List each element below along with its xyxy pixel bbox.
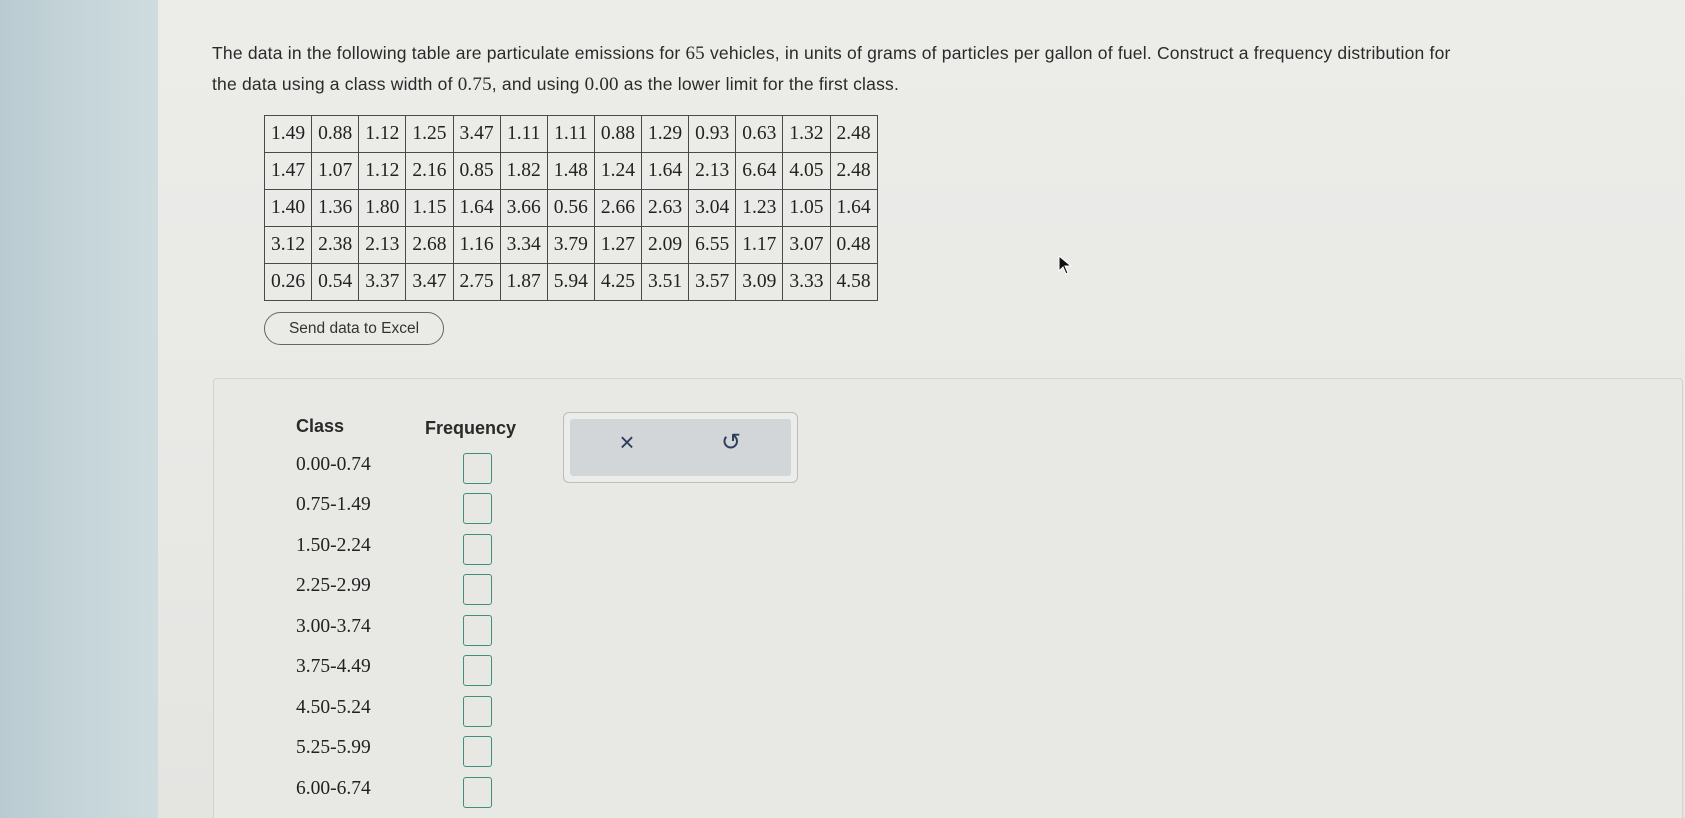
data-table-cell: 2.38 [311, 226, 360, 264]
data-table-cell: 2.09 [640, 226, 690, 264]
data-table-cell: 3.47 [405, 263, 454, 301]
data-table-cell: 1.25 [405, 115, 454, 153]
class-label: 2.25-2.99 [296, 575, 371, 596]
frequency-input[interactable] [463, 696, 492, 727]
data-table-cell: 4.58 [829, 263, 878, 301]
data-table-cell: 3.51 [640, 263, 690, 301]
data-table-cell: 0.54 [311, 263, 360, 301]
data-table-cell: 1.24 [593, 152, 643, 190]
data-table-cell: 2.16 [405, 152, 454, 190]
class-label: 4.50-5.24 [296, 697, 371, 718]
data-table-cell: 0.26 [263, 263, 313, 301]
data-table-cell: 1.40 [263, 189, 313, 227]
data-table-cell: 2.68 [405, 226, 454, 264]
answer-tools-panel: × ↺ [563, 412, 798, 483]
class-label: 6.00-6.74 [296, 778, 371, 799]
data-table-cell: 2.63 [640, 189, 690, 227]
data-table-cell: 1.48 [546, 152, 595, 190]
send-data-to-excel-button[interactable]: Send data to Excel [264, 312, 444, 345]
data-table-cell: 1.64 [640, 152, 690, 190]
data-table-cell: 1.15 [405, 189, 454, 227]
data-table-cell: 2.75 [452, 263, 501, 301]
data-table-cell: 6.55 [688, 226, 737, 264]
data-table-cell: 2.48 [829, 115, 878, 153]
data-table-cell: 1.82 [499, 152, 548, 190]
data-table-cell: 3.47 [452, 115, 501, 153]
data-table-row: 1.49 0.88 1.12 1.25 3.47 1.11 1.11 0.88 1.29 0.93… [263, 115, 878, 153]
data-table-cell: 2.66 [593, 189, 643, 227]
data-table-cell: 1.07 [311, 152, 360, 190]
data-table-cell: 0.93 [688, 115, 737, 153]
close-icon[interactable]: × [612, 427, 642, 457]
frequency-input[interactable] [463, 777, 492, 808]
data-table-cell: 1.11 [546, 115, 595, 153]
data-table-cell: 3.33 [782, 263, 831, 301]
data-table-cell: 1.12 [358, 152, 407, 190]
data-table-cell: 1.36 [311, 189, 360, 227]
data-table-cell: 1.47 [263, 152, 313, 190]
class-label: 3.75-4.49 [296, 656, 371, 677]
data-table-cell: 3.34 [499, 226, 548, 264]
undo-icon[interactable]: ↺ [716, 427, 746, 457]
mouse-cursor-icon [1058, 255, 1073, 275]
data-table-cell: 3.57 [688, 263, 737, 301]
class-label: 0.75-1.49 [296, 494, 371, 515]
data-table-cell: 0.88 [311, 115, 360, 153]
data-table-cell: 3.37 [358, 263, 407, 301]
frequency-input[interactable] [463, 534, 492, 565]
data-table-cell: 0.63 [735, 115, 784, 153]
data-table-cell: 2.13 [358, 226, 407, 264]
frequency-column-header: Frequency [425, 418, 517, 438]
data-table-cell: 1.64 [452, 189, 501, 227]
data-table-cell: 0.48 [829, 226, 878, 264]
data-table-cell: 1.17 [735, 226, 784, 264]
data-table-cell: 1.64 [829, 189, 878, 227]
data-table-cell: 1.32 [782, 115, 831, 153]
data-table-row: 3.12 2.38 2.13 2.68 1.16 3.34 3.79 1.27 2.09 6.55… [263, 226, 878, 264]
data-table-cell: 1.27 [593, 226, 643, 264]
data-table-row: 1.47 1.07 1.12 2.16 0.85 1.82 1.48 1.24 1.64 2.13… [263, 152, 878, 190]
data-table-cell: 6.64 [735, 152, 784, 190]
data-table-cell: 1.87 [499, 263, 548, 301]
frequency-input[interactable] [463, 615, 492, 646]
data-table-cell: 4.05 [782, 152, 831, 190]
frequency-input[interactable] [463, 574, 492, 605]
data-table-cell: 1.05 [782, 189, 831, 227]
data-table-cell: 3.79 [546, 226, 595, 264]
class-label: 1.50-2.24 [296, 535, 371, 556]
data-table-cell: 1.16 [452, 226, 501, 264]
data-table-cell: 1.23 [735, 189, 784, 227]
left-background-strip [0, 0, 158, 818]
frequency-input[interactable] [463, 493, 492, 524]
data-table-cell: 1.49 [263, 115, 313, 153]
data-table-cell: 2.13 [688, 152, 737, 190]
data-table-cell: 1.29 [640, 115, 690, 153]
answer-panel [213, 378, 1683, 818]
frequency-input[interactable] [463, 655, 492, 686]
data-table-cell: 3.12 [263, 226, 313, 264]
data-table-cell: 3.04 [688, 189, 737, 227]
class-label: 3.00-3.74 [296, 616, 371, 637]
data-table-cell: 3.66 [499, 189, 548, 227]
data-table-cell: 0.85 [452, 152, 501, 190]
data-table-cell: 0.56 [546, 189, 595, 227]
frequency-input[interactable] [463, 736, 492, 767]
data-table-cell: 1.12 [358, 115, 407, 153]
class-label: 5.25-5.99 [296, 737, 371, 758]
data-table-cell: 5.94 [546, 263, 595, 301]
data-table-cell: 1.80 [358, 189, 407, 227]
data-table-cell: 2.48 [829, 152, 878, 190]
data-table-row: 0.26 0.54 3.37 3.47 2.75 1.87 5.94 4.25 3.51 3.57… [263, 263, 878, 301]
emissions-data-table: 1.49 0.88 1.12 1.25 3.47 1.11 1.11 0.88 1.29 0.93… [263, 115, 878, 301]
data-table-cell: 0.88 [593, 115, 643, 153]
frequency-input[interactable] [463, 453, 492, 484]
class-label: 0.00-0.74 [296, 454, 371, 475]
data-table-row: 1.40 1.36 1.80 1.15 1.64 3.66 0.56 2.66 2.63 3.04… [263, 189, 878, 227]
class-column-header: Class [296, 416, 345, 436]
question-text: The data in the following table are part… [212, 43, 1451, 95]
data-table-cell: 4.25 [593, 263, 643, 301]
data-table-cell: 1.11 [499, 115, 548, 153]
data-table-cell: 3.09 [735, 263, 784, 301]
data-table-cell: 3.07 [782, 226, 831, 264]
